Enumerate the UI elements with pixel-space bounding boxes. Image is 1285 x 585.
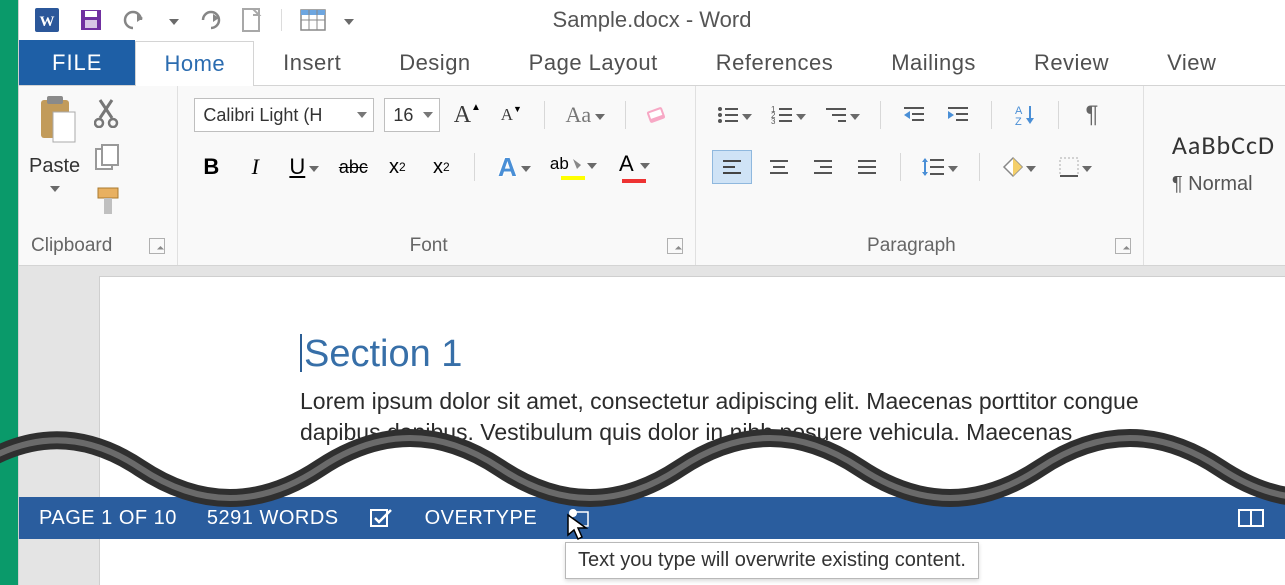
reading-view-icon[interactable] [1237, 507, 1265, 529]
strikethrough-button[interactable]: abc [336, 150, 370, 184]
change-case-icon[interactable]: Aa [561, 98, 609, 132]
bold-button[interactable]: B [194, 150, 228, 184]
undo-icon[interactable] [121, 8, 151, 32]
copy-icon[interactable] [94, 143, 122, 176]
tab-design[interactable]: Design [370, 40, 499, 85]
mouse-cursor-icon [566, 513, 588, 541]
undo-dropdown-icon[interactable] [169, 19, 179, 25]
word-window: W Sample.docx - Word FILE Home [18, 0, 1285, 585]
paste-button[interactable]: Paste [29, 155, 80, 178]
body-line-1: Lorem ipsum dolor sit amet, consectetur … [300, 386, 1285, 417]
italic-button[interactable]: I [238, 150, 272, 184]
svg-text:W: W [40, 14, 55, 30]
status-page[interactable]: PAGE 1 OF 10 [39, 507, 177, 530]
borders-icon[interactable] [1052, 150, 1098, 184]
group-label-paragraph: Paragraph [867, 235, 956, 257]
status-overtype[interactable]: OVERTYPE [425, 507, 538, 530]
status-bar: PAGE 1 OF 10 5291 WORDS OVERTYPE [19, 497, 1285, 539]
save-icon[interactable] [79, 8, 103, 32]
tab-home[interactable]: Home [135, 41, 254, 86]
font-size-value: 16 [393, 105, 413, 126]
qat-separator [281, 9, 282, 31]
font-name-value: Calibri Light (H [203, 105, 322, 126]
format-painter-icon[interactable] [94, 186, 122, 221]
show-marks-icon[interactable]: ¶ [1075, 98, 1109, 132]
superscript-button[interactable]: x2 [424, 150, 458, 184]
word-app-icon: W [33, 6, 61, 34]
group-paragraph: 123 AZ ¶ [696, 86, 1144, 265]
increase-indent-icon[interactable] [941, 98, 975, 132]
ribbon: Paste Clipboard Calibri Light (H [19, 86, 1285, 266]
line-spacing-icon[interactable] [917, 150, 963, 184]
table-qat-icon[interactable] [300, 9, 326, 31]
numbering-icon[interactable]: 123 [766, 98, 810, 132]
multilevel-list-icon[interactable] [820, 98, 864, 132]
paste-dropdown-icon[interactable] [50, 186, 60, 192]
status-word-count[interactable]: 5291 WORDS [207, 507, 339, 530]
tab-review[interactable]: Review [1005, 40, 1138, 85]
tab-view[interactable]: View [1138, 40, 1245, 85]
justify-icon[interactable] [850, 150, 884, 184]
clipboard-launcher-icon[interactable] [149, 238, 165, 254]
align-right-icon[interactable] [806, 150, 840, 184]
font-launcher-icon[interactable] [667, 238, 683, 254]
font-size-combo[interactable]: 16 [384, 98, 440, 132]
cut-icon[interactable] [94, 98, 122, 133]
svg-text:Z: Z [1015, 116, 1022, 126]
align-left-icon[interactable] [712, 150, 752, 184]
shading-icon[interactable] [996, 150, 1042, 184]
font-name-combo[interactable]: Calibri Light (H [194, 98, 374, 132]
decrease-indent-icon[interactable] [897, 98, 931, 132]
sort-icon[interactable]: AZ [1008, 98, 1042, 132]
group-font: Calibri Light (H 16 A▲ A▼ Aa B [178, 86, 696, 265]
bullets-icon[interactable] [712, 98, 756, 132]
group-styles: AaBbCcD ¶ Normal [1144, 86, 1285, 265]
align-center-icon[interactable] [762, 150, 796, 184]
tab-file[interactable]: FILE [19, 40, 135, 85]
redo-icon[interactable] [197, 8, 223, 32]
quick-access-toolbar: W Sample.docx - Word [19, 0, 1285, 40]
tab-mailings[interactable]: Mailings [862, 40, 1005, 85]
underline-button[interactable]: U [282, 150, 326, 184]
table-qat-dropdown-icon[interactable] [344, 19, 354, 25]
tab-page-layout[interactable]: Page Layout [500, 40, 687, 85]
new-doc-icon[interactable] [241, 7, 263, 33]
body-line-2: dapibus dapibus. Vestibulum quis dolor i… [300, 417, 1285, 448]
ribbon-tabs: FILE Home Insert Design Page Layout Refe… [19, 40, 1285, 86]
clear-formatting-icon[interactable] [642, 98, 676, 132]
style-sample[interactable]: AaBbCcD [1172, 129, 1275, 161]
subscript-button[interactable]: x2 [380, 150, 414, 184]
tab-references[interactable]: References [687, 40, 863, 85]
group-clipboard: Paste Clipboard [19, 86, 178, 265]
paragraph-launcher-icon[interactable] [1115, 238, 1131, 254]
group-label-clipboard: Clipboard [31, 235, 112, 257]
group-label-font: Font [410, 235, 448, 257]
spellcheck-icon[interactable] [369, 507, 395, 529]
highlight-color-icon[interactable]: ab [547, 150, 599, 184]
heading-text: Section 1 [300, 333, 1285, 376]
style-name[interactable]: ¶ Normal [1172, 173, 1253, 196]
text-effects-icon[interactable]: A [491, 150, 537, 184]
grow-font-icon[interactable]: A▲ [450, 98, 484, 132]
overtype-tooltip: Text you type will overwrite existing co… [565, 542, 979, 579]
shrink-font-icon[interactable]: A▼ [494, 98, 528, 132]
tab-insert[interactable]: Insert [254, 40, 370, 85]
svg-text:3: 3 [771, 117, 776, 125]
font-color-icon[interactable]: A [609, 150, 659, 184]
paste-icon[interactable] [33, 94, 77, 149]
